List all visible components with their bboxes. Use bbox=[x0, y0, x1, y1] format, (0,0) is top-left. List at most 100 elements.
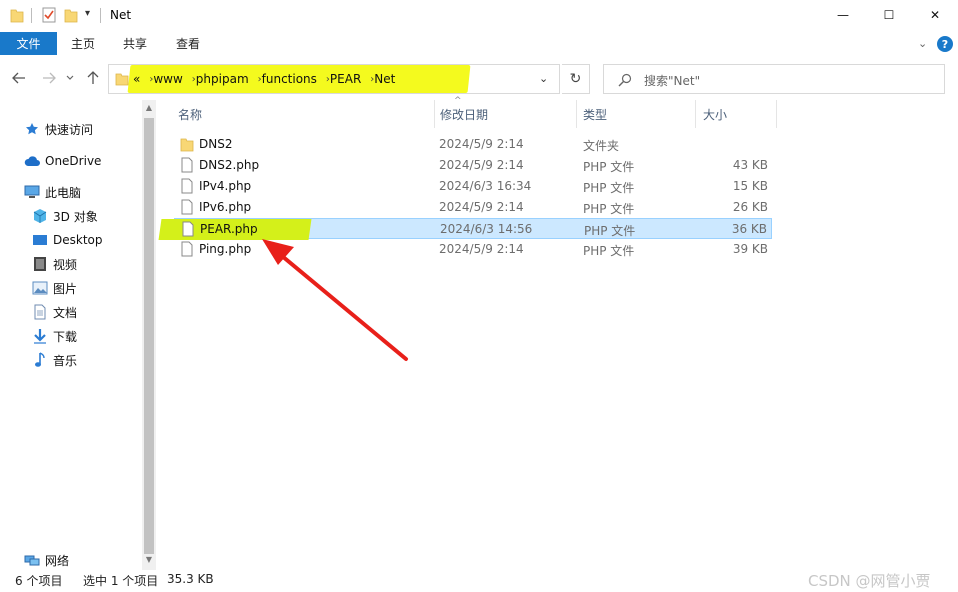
sidebar-item-label: 视频 bbox=[53, 257, 78, 272]
help-icon[interactable]: ? bbox=[937, 36, 953, 52]
sidebar-item-label: 图片 bbox=[53, 281, 78, 296]
tab-file[interactable]: 文件 bbox=[0, 32, 57, 55]
sidebar-item-network[interactable]: 网络 bbox=[24, 549, 69, 571]
file-type: PHP 文件 bbox=[583, 244, 635, 258]
cloud-icon bbox=[24, 153, 40, 169]
column-header-size[interactable]: 大小 bbox=[697, 100, 727, 128]
close-button[interactable]: ✕ bbox=[912, 0, 958, 30]
scrollbar-thumb[interactable] bbox=[144, 118, 154, 554]
desktop-icon bbox=[32, 232, 48, 248]
folder-icon bbox=[115, 72, 129, 86]
status-bar: 6 个项目 选中 1 个项目 35.3 KB CSDN @网管小贾 bbox=[0, 570, 958, 592]
minimize-button[interactable]: — bbox=[820, 0, 866, 30]
breadcrumb-item[interactable]: PEAR bbox=[330, 72, 361, 86]
file-size: 43 KB bbox=[732, 158, 768, 172]
file-icon bbox=[180, 199, 194, 215]
column-header-name[interactable]: 名称 bbox=[172, 100, 202, 128]
sidebar-item-music[interactable]: 音乐 bbox=[32, 349, 77, 371]
sidebar-item-label: 文档 bbox=[53, 305, 78, 320]
sidebar-item-label: 下载 bbox=[53, 329, 78, 344]
file-type: 文件夹 bbox=[583, 139, 620, 153]
file-row[interactable]: DNS2 2024/5/9 2:14 文件夹 bbox=[174, 134, 772, 155]
maximize-button[interactable]: ☐ bbox=[866, 0, 912, 30]
folder-icon bbox=[10, 7, 24, 23]
cube-icon bbox=[32, 208, 48, 224]
sidebar-item-label: Desktop bbox=[53, 233, 103, 247]
watermark: CSDN @网管小贾 bbox=[808, 572, 931, 590]
properties-icon[interactable] bbox=[42, 7, 56, 23]
navigation-bar: « › www › phpipam › functions › PEAR › N… bbox=[0, 60, 958, 96]
column-divider[interactable] bbox=[695, 100, 696, 128]
breadcrumb-current[interactable]: Net bbox=[374, 72, 395, 86]
file-date: 2024/5/9 2:14 bbox=[439, 158, 524, 172]
window-title: Net bbox=[110, 8, 132, 22]
chevron-down-icon[interactable]: ⌄ bbox=[539, 72, 553, 86]
column-header-date[interactable]: 修改日期 bbox=[434, 100, 488, 128]
sidebar-item-onedrive[interactable]: OneDrive bbox=[24, 150, 101, 172]
navigation-pane: 快速访问 OneDrive 此电脑 3D 对象 Desktop 视频 图片 文档… bbox=[0, 100, 142, 568]
sidebar-item-label: OneDrive bbox=[45, 154, 102, 168]
sidebar-item-label: 此电脑 bbox=[45, 185, 82, 200]
back-arrow-icon[interactable] bbox=[10, 69, 28, 87]
sidebar-item-this-pc[interactable]: 此电脑 bbox=[24, 181, 81, 203]
sidebar-scrollbar[interactable]: ▲ ▼ bbox=[142, 100, 156, 570]
recent-locations-icon[interactable] bbox=[64, 69, 76, 87]
sidebar-item-pictures[interactable]: 图片 bbox=[32, 277, 77, 299]
address-bar[interactable]: « › www › phpipam › functions › PEAR › N… bbox=[108, 64, 560, 94]
sidebar-item-downloads[interactable]: 下载 bbox=[32, 325, 77, 347]
file-size: 36 KB bbox=[731, 222, 767, 236]
file-name: Ping.php bbox=[199, 242, 252, 256]
tab-home[interactable]: 主页 bbox=[71, 32, 95, 55]
video-icon bbox=[32, 256, 48, 272]
search-input[interactable]: 搜索"Net" bbox=[603, 64, 945, 94]
file-name: PEAR.php bbox=[200, 222, 258, 236]
file-icon bbox=[181, 221, 195, 237]
file-date: 2024/6/3 14:56 bbox=[440, 222, 533, 236]
scroll-down-icon[interactable]: ▼ bbox=[142, 552, 156, 566]
ribbon-tabs: 文件 主页 共享 查看 ⌄ ? bbox=[0, 32, 958, 56]
breadcrumb-item[interactable]: phpipam bbox=[196, 72, 249, 86]
star-icon bbox=[24, 121, 40, 137]
refresh-icon: ↻ bbox=[569, 71, 582, 87]
customize-toolbar-icon[interactable]: ▾ bbox=[85, 8, 95, 22]
file-date: 2024/5/9 2:14 bbox=[439, 242, 524, 256]
sidebar-item-quick-access[interactable]: 快速访问 bbox=[24, 118, 93, 140]
file-name: DNS2.php bbox=[199, 158, 260, 172]
computer-icon bbox=[24, 184, 40, 200]
sidebar-item-label: 快速访问 bbox=[45, 122, 94, 137]
file-type: PHP 文件 bbox=[583, 181, 635, 195]
tab-share[interactable]: 共享 bbox=[123, 32, 147, 55]
picture-icon bbox=[32, 280, 48, 296]
divider bbox=[31, 8, 32, 23]
sidebar-item-documents[interactable]: 文档 bbox=[32, 301, 77, 323]
new-folder-icon[interactable] bbox=[64, 7, 78, 23]
sidebar-item-3d-objects[interactable]: 3D 对象 bbox=[32, 205, 98, 227]
folder-icon bbox=[180, 136, 194, 152]
sidebar-item-label: 3D 对象 bbox=[53, 209, 98, 224]
file-name: DNS2 bbox=[199, 137, 233, 151]
sidebar-item-desktop[interactable]: Desktop bbox=[32, 229, 103, 251]
breadcrumb-overflow[interactable]: « bbox=[131, 72, 140, 86]
column-divider[interactable] bbox=[776, 100, 777, 128]
selection-size: 35.3 KB bbox=[167, 572, 214, 586]
network-icon bbox=[24, 552, 40, 568]
search-placeholder: 搜索"Net" bbox=[644, 74, 701, 88]
file-size: 39 KB bbox=[732, 242, 768, 256]
column-header-type[interactable]: 类型 bbox=[577, 100, 607, 128]
annotation-arrow bbox=[262, 239, 408, 361]
sidebar-item-videos[interactable]: 视频 bbox=[32, 253, 77, 275]
tab-view[interactable]: 查看 bbox=[176, 32, 200, 55]
file-row[interactable]: IPv6.php 2024/5/9 2:14 PHP 文件 26 KB bbox=[174, 197, 772, 218]
breadcrumb-item[interactable]: www bbox=[153, 72, 182, 86]
file-name: IPv4.php bbox=[199, 179, 252, 193]
file-icon bbox=[180, 157, 194, 173]
up-arrow-icon[interactable] bbox=[84, 69, 102, 87]
item-count: 6 个项目 bbox=[15, 574, 63, 588]
breadcrumb-item[interactable]: functions bbox=[262, 72, 317, 86]
chevron-down-icon[interactable]: ⌄ bbox=[918, 37, 930, 50]
file-row[interactable]: IPv4.php 2024/6/3 16:34 PHP 文件 15 KB bbox=[174, 176, 772, 197]
refresh-button[interactable]: ↻ bbox=[562, 64, 590, 94]
scroll-up-icon[interactable]: ▲ bbox=[142, 100, 156, 114]
forward-arrow-icon[interactable] bbox=[40, 69, 58, 87]
file-row[interactable]: DNS2.php 2024/5/9 2:14 PHP 文件 43 KB bbox=[174, 155, 772, 176]
